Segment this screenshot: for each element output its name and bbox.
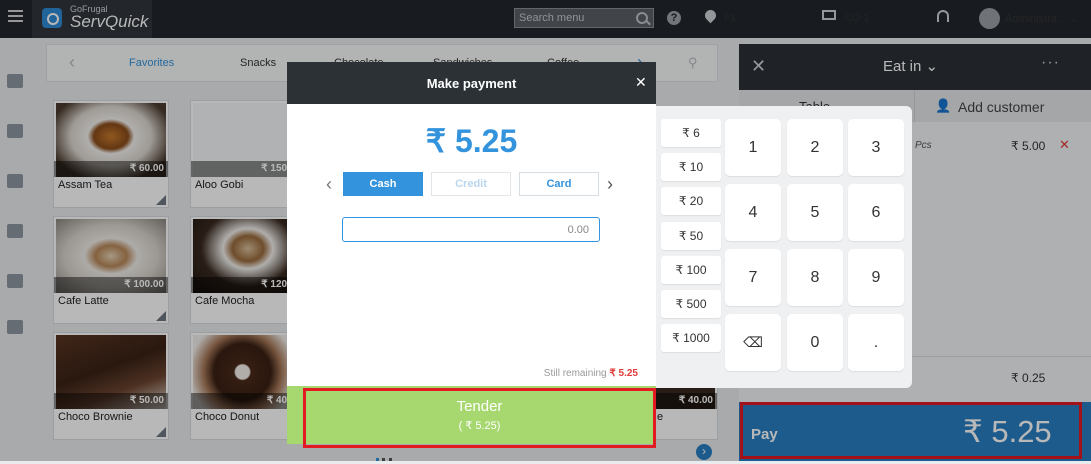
- chevron-left-icon[interactable]: ‹: [326, 174, 332, 195]
- backspace-icon[interactable]: ⌫: [725, 314, 781, 371]
- payment-amount: ₹ 5.25: [425, 123, 518, 159]
- tender-highlight: [303, 388, 656, 448]
- modal-title: Make payment: [426, 76, 517, 91]
- tab-cash[interactable]: Cash: [343, 172, 423, 196]
- quick-amount-500[interactable]: ₹ 500: [661, 290, 721, 318]
- tender-amount-value: 0.00: [567, 224, 589, 236]
- key-4[interactable]: 4: [725, 184, 781, 241]
- tab-credit[interactable]: Credit: [431, 172, 511, 196]
- key-3[interactable]: 3: [848, 119, 904, 176]
- remaining-text: Still remaining ₹ 5.25: [490, 368, 638, 379]
- quick-amount-10[interactable]: ₹ 10: [661, 153, 721, 181]
- key-2[interactable]: 2: [787, 119, 843, 176]
- key-1[interactable]: 1: [725, 119, 781, 176]
- tab-card[interactable]: Card: [519, 172, 599, 196]
- quick-amount-20[interactable]: ₹ 20: [661, 187, 721, 215]
- quick-amount-50[interactable]: ₹ 50: [661, 222, 721, 250]
- key-7[interactable]: 7: [725, 249, 781, 306]
- key-6[interactable]: 6: [848, 184, 904, 241]
- key-8[interactable]: 8: [787, 249, 843, 306]
- quick-amount-1000[interactable]: ₹ 1000: [661, 324, 721, 352]
- remaining-value: ₹ 5.25: [609, 368, 638, 379]
- close-icon[interactable]: ✕: [635, 74, 647, 91]
- tender-amount-input[interactable]: 0.00: [342, 217, 600, 242]
- chevron-right-icon[interactable]: ›: [607, 174, 613, 195]
- quick-amount-100[interactable]: ₹ 100: [661, 256, 721, 284]
- key-9[interactable]: 9: [848, 249, 904, 306]
- key-decimal[interactable]: .: [848, 314, 904, 371]
- key-0[interactable]: 0: [787, 314, 843, 371]
- key-5[interactable]: 5: [787, 184, 843, 241]
- quick-amount-6[interactable]: ₹ 6: [661, 119, 721, 147]
- remaining-label: Still remaining: [543, 368, 607, 379]
